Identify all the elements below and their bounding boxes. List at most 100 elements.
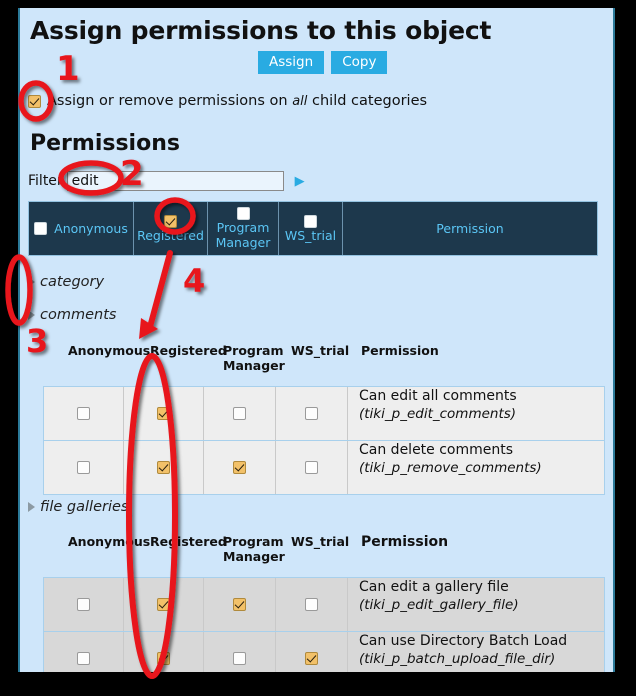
subheader-permission: Permission — [361, 343, 439, 358]
permission-code: (tiki_p_remove_comments) — [359, 460, 542, 476]
header-label-program-manager: Program Manager — [215, 220, 271, 250]
header-col-permission: Permission — [343, 202, 597, 255]
header-col-program-manager[interactable]: Program Manager — [208, 202, 279, 255]
tree-node-file-galleries-label: file galleries — [40, 499, 129, 515]
header-col-registered[interactable]: Registered — [134, 202, 208, 255]
cell-registered[interactable] — [124, 632, 204, 672]
permissions-panel: Assign permissions to this object Assign… — [18, 8, 615, 672]
cell-anonymous[interactable] — [44, 632, 124, 672]
subheader-file-galleries: Anonymous Registered Program Manager WS_… — [68, 534, 511, 564]
row-checkbox-ws-trial[interactable] — [305, 598, 318, 611]
cell-anonymous[interactable] — [44, 387, 124, 440]
subheader-program-manager: Program Manager — [223, 343, 285, 373]
cell-program-manager[interactable] — [204, 387, 276, 440]
header-col-anonymous[interactable]: Anonymous — [29, 202, 134, 255]
row-checkbox-ws-trial[interactable] — [305, 461, 318, 474]
permission-title: Can edit a gallery file — [359, 579, 509, 595]
header-checkbox-registered[interactable] — [164, 214, 177, 228]
cell-ws-trial[interactable] — [276, 578, 348, 631]
row-checkbox-anonymous[interactable] — [77, 652, 90, 665]
row-checkbox-ws-trial[interactable] — [305, 652, 318, 665]
cell-anonymous[interactable] — [44, 578, 124, 631]
row-checkbox-anonymous[interactable] — [77, 407, 90, 420]
filter-label: Filter — [28, 173, 63, 189]
tree-node-category-label: category — [40, 274, 105, 290]
tree-node-comments-label: comments — [40, 307, 117, 323]
row-checkbox-ws-trial[interactable] — [305, 407, 318, 420]
header-checkbox-ws-trial[interactable] — [304, 214, 317, 228]
row-checkbox-registered[interactable] — [157, 652, 170, 665]
cell-registered[interactable] — [124, 578, 204, 631]
row-checkbox-anonymous[interactable] — [77, 461, 90, 474]
cell-anonymous[interactable] — [44, 441, 124, 494]
permissions-table-file-galleries: Can edit a gallery file (tiki_p_edit_gal… — [43, 577, 605, 672]
cell-program-manager[interactable] — [204, 632, 276, 672]
row-checkbox-program-manager[interactable] — [233, 652, 246, 665]
screenshot-root: Assign permissions to this object Assign… — [0, 0, 636, 696]
subheader-ws-trial: WS_trial — [291, 534, 350, 549]
header-label-permission: Permission — [436, 221, 504, 236]
permission-code: (tiki_p_edit_gallery_file) — [359, 597, 519, 613]
row-checkbox-anonymous[interactable] — [77, 598, 90, 611]
cell-program-manager[interactable] — [204, 578, 276, 631]
tree-node-category[interactable]: category — [28, 274, 104, 290]
permissions-table-comments: Can edit all comments (tiki_p_edit_comme… — [43, 386, 605, 495]
header-checkbox-program-manager[interactable] — [236, 207, 250, 220]
permission-title: Can use Directory Batch Load — [359, 633, 568, 649]
permission-code: (tiki_p_edit_comments) — [359, 406, 517, 422]
copy-button[interactable]: Copy — [331, 51, 388, 74]
child-categories-row: Assign or remove permissions on all chil… — [28, 93, 427, 109]
cell-permission: Can delete comments (tiki_p_remove_comme… — [348, 441, 604, 494]
play-triangle-icon[interactable]: ▶ — [295, 174, 305, 189]
header-checkbox-anonymous[interactable] — [34, 222, 48, 235]
cell-program-manager[interactable] — [204, 441, 276, 494]
group-header-bar: Anonymous Registered Program Manager WS_… — [28, 201, 598, 256]
subheader-anonymous: Anonymous — [68, 343, 151, 358]
header-label-registered: Registered — [137, 227, 204, 243]
subheader-registered: Registered — [150, 343, 227, 358]
permission-code: (tiki_p_batch_upload_file_dir) — [359, 651, 556, 667]
row-checkbox-program-manager[interactable] — [233, 598, 246, 611]
subheader-comments: Anonymous Registered Program Manager WS_… — [68, 343, 511, 373]
tree-node-file-galleries[interactable]: file galleries — [28, 499, 128, 515]
cell-registered[interactable] — [124, 387, 204, 440]
header-col-ws-trial[interactable]: WS_trial — [279, 202, 343, 255]
page-title: Assign permissions to this object — [30, 16, 492, 45]
filter-input[interactable] — [66, 171, 284, 191]
subheader-registered: Registered — [150, 534, 227, 549]
table-row: Can edit a gallery file (tiki_p_edit_gal… — [44, 578, 604, 632]
child-categories-label: Assign or remove permissions on all chil… — [47, 93, 428, 109]
triangle-right-icon[interactable] — [28, 310, 35, 320]
cell-permission: Can edit all comments (tiki_p_edit_comme… — [348, 387, 604, 440]
row-checkbox-registered[interactable] — [157, 407, 170, 420]
row-checkbox-program-manager[interactable] — [233, 461, 246, 474]
subheader-permission: Permission — [361, 534, 449, 550]
row-checkbox-registered[interactable] — [157, 461, 170, 474]
table-row: Can edit all comments (tiki_p_edit_comme… — [44, 387, 604, 441]
tree-node-comments[interactable]: comments — [28, 307, 116, 323]
cell-registered[interactable] — [124, 441, 204, 494]
permission-title: Can delete comments — [359, 442, 514, 458]
subheader-ws-trial: WS_trial — [291, 343, 350, 358]
row-checkbox-registered[interactable] — [157, 598, 170, 611]
filter-row: Filter ▶ — [28, 171, 305, 191]
child-categories-checkbox[interactable] — [28, 94, 41, 108]
cell-ws-trial[interactable] — [276, 632, 348, 672]
row-checkbox-program-manager[interactable] — [233, 407, 246, 420]
permission-title: Can edit all comments — [359, 388, 517, 404]
cell-permission: Can use Directory Batch Load (tiki_p_bat… — [348, 632, 604, 672]
table-row: Can delete comments (tiki_p_remove_comme… — [44, 441, 604, 494]
section-title-permissions: Permissions — [30, 131, 180, 156]
triangle-right-icon[interactable] — [28, 502, 35, 512]
action-button-row: Assign Copy — [258, 51, 388, 74]
header-label-ws-trial: WS_trial — [284, 227, 337, 243]
header-label-anonymous: Anonymous — [54, 221, 128, 236]
subheader-program-manager: Program Manager — [223, 534, 285, 564]
cell-ws-trial[interactable] — [276, 387, 348, 440]
subheader-anonymous: Anonymous — [68, 534, 151, 549]
cell-ws-trial[interactable] — [276, 441, 348, 494]
triangle-right-icon[interactable] — [28, 277, 35, 287]
table-row: Can use Directory Batch Load (tiki_p_bat… — [44, 632, 604, 672]
cell-permission: Can edit a gallery file (tiki_p_edit_gal… — [348, 578, 604, 631]
assign-button[interactable]: Assign — [258, 51, 325, 74]
